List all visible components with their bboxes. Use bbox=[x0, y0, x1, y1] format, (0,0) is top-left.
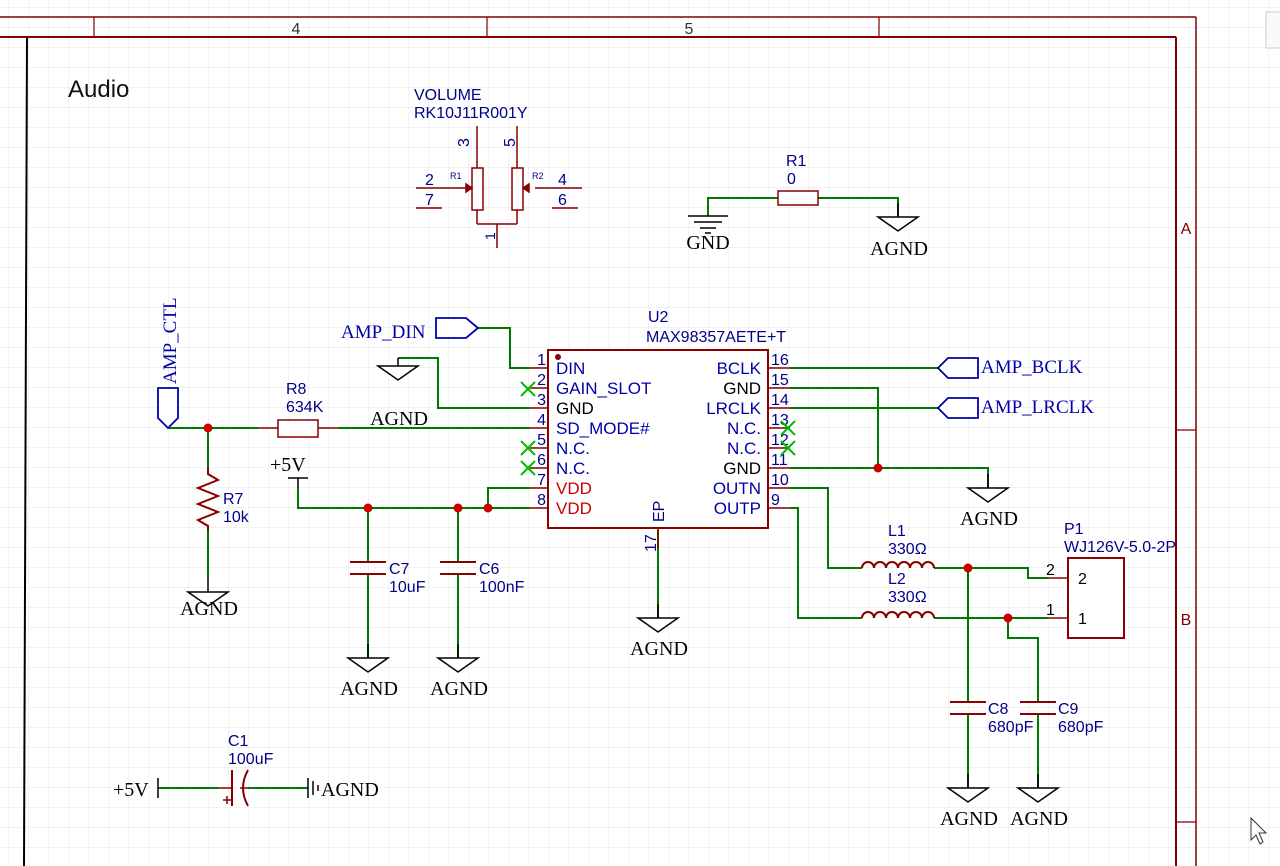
u2-ep-name: EP bbox=[651, 501, 668, 522]
u2-pin-num: 4 bbox=[537, 412, 546, 429]
port-amp-ctl-label: AMP_CTL bbox=[160, 297, 181, 384]
u2-pin-num: 14 bbox=[771, 392, 789, 409]
u2-pin-num: 9 bbox=[771, 492, 780, 509]
u2-pin-name: LRCLK bbox=[706, 399, 761, 418]
u2-pin-name: GND bbox=[556, 399, 594, 418]
u2-pin-name: GND bbox=[723, 459, 761, 478]
agnd-label-c9: AGND bbox=[1010, 808, 1068, 830]
zone-label-4: 4 bbox=[292, 21, 301, 38]
c7-value: 10uF bbox=[389, 579, 426, 596]
volume-name: VOLUME bbox=[414, 87, 482, 104]
agnd-label-c7: AGND bbox=[340, 678, 398, 700]
u2-pin-name: N.C. bbox=[727, 419, 761, 438]
u2-pin-name: VDD bbox=[556, 499, 592, 518]
sheet-title: Audio bbox=[68, 76, 129, 103]
u2-pin-name: SD_MODE# bbox=[556, 419, 650, 438]
u2-pin-name: BCLK bbox=[717, 359, 762, 378]
u2-pin-num: 6 bbox=[537, 452, 546, 469]
volume-pin-1: 1 bbox=[482, 232, 498, 240]
u2-ref: U2 bbox=[648, 309, 669, 326]
v5-label-c1: +5V bbox=[113, 779, 149, 801]
c9-ref: C9 bbox=[1058, 701, 1079, 718]
u2-pin-name: GAIN_SLOT bbox=[556, 379, 651, 398]
agnd-label-c6: AGND bbox=[430, 678, 488, 700]
c9-value: 680pF bbox=[1058, 719, 1104, 736]
volume-pin-6: 6 bbox=[558, 192, 567, 209]
u2-pin-num: 8 bbox=[537, 492, 546, 509]
port-amp-lrclk-label: AMP_LRCLK bbox=[981, 397, 1094, 418]
u2-part: MAX98357AETE+T bbox=[646, 329, 786, 346]
volume-sub-r2: R2 bbox=[532, 171, 544, 181]
volume-pin-4: 4 bbox=[558, 172, 567, 189]
row-label-b: B bbox=[1181, 612, 1192, 629]
agnd-label-c8: AGND bbox=[940, 808, 998, 830]
u2-pin-name: N.C. bbox=[556, 439, 590, 458]
r1-ref: R1 bbox=[786, 153, 807, 170]
agnd-label-ep: AGND bbox=[630, 638, 688, 660]
u2-pin-num: 2 bbox=[537, 372, 546, 389]
c6-value: 100nF bbox=[479, 579, 525, 596]
p1-pin2-num: 2 bbox=[1046, 562, 1055, 579]
u2-ep-num: 17 bbox=[643, 534, 660, 552]
p1-part: WJ126V-5.0-2P bbox=[1064, 539, 1176, 556]
agnd-label-gnd: AGND bbox=[960, 508, 1018, 530]
agnd-label-c1: AGND bbox=[321, 779, 379, 801]
u2-pin-num: 11 bbox=[771, 452, 788, 469]
p1-pin2-name: 2 bbox=[1078, 571, 1087, 588]
r8-value: 634K bbox=[286, 399, 324, 416]
p1-ref: P1 bbox=[1064, 521, 1084, 538]
r7-value: 10k bbox=[223, 509, 250, 526]
u2-pin-name: VDD bbox=[556, 479, 592, 498]
r8-ref: R8 bbox=[286, 381, 307, 398]
u2-pin-name: DIN bbox=[556, 359, 585, 378]
l2-value: 330Ω bbox=[888, 589, 927, 606]
c1-value: 100uF bbox=[228, 751, 274, 768]
u2-pin-name: OUTN bbox=[713, 479, 761, 498]
u2-pin-num: 7 bbox=[537, 472, 546, 489]
gnd-label: GND bbox=[686, 232, 729, 254]
agnd-label-pin3: AGND bbox=[370, 408, 428, 430]
u2-pin-num: 10 bbox=[771, 472, 789, 489]
port-amp-ctl[interactable]: AMP_CTL bbox=[157, 297, 181, 430]
u2-pin-name: N.C. bbox=[727, 439, 761, 458]
p1-pin1-num: 1 bbox=[1046, 602, 1055, 619]
agnd-label: AGND bbox=[870, 238, 928, 260]
volume-sub-r1: R1 bbox=[450, 171, 462, 181]
port-amp-lrclk[interactable]: AMP_LRCLK bbox=[936, 397, 1094, 419]
r1-value: 0 bbox=[787, 171, 796, 188]
port-amp-bclk[interactable]: AMP_BCLK bbox=[936, 357, 1083, 379]
volume-pin-3: 3 bbox=[456, 138, 473, 147]
u2-pin-num: 3 bbox=[537, 392, 546, 409]
port-amp-din-label: AMP_DIN bbox=[341, 322, 426, 343]
u2-pin-name: N.C. bbox=[556, 459, 590, 478]
p1-pin1-name: 1 bbox=[1078, 611, 1087, 628]
l1-value: 330Ω bbox=[888, 541, 927, 558]
port-amp-bclk-label: AMP_BCLK bbox=[981, 357, 1083, 378]
u2-pin-num: 5 bbox=[537, 432, 546, 449]
l1-ref: L1 bbox=[888, 523, 906, 540]
l2-ref: L2 bbox=[888, 571, 906, 588]
r7-ref: R7 bbox=[223, 491, 244, 508]
u2-pin-num: 1 bbox=[537, 352, 546, 369]
p1-body bbox=[1067, 557, 1125, 639]
agnd-label-r7: AGND bbox=[180, 598, 238, 620]
c6-ref: C6 bbox=[479, 561, 500, 578]
volume-pin-5: 5 bbox=[502, 138, 519, 147]
u2-pin-num: 15 bbox=[771, 372, 789, 389]
corner-widget bbox=[1265, 11, 1280, 49]
u2-pin-num: 16 bbox=[771, 352, 789, 369]
c7-ref: C7 bbox=[389, 561, 410, 578]
v5-label: +5V bbox=[270, 454, 306, 476]
u2-pin-name: OUTP bbox=[714, 499, 761, 518]
volume-pin-7: 7 bbox=[425, 192, 434, 209]
u2-pin-name: GND bbox=[723, 379, 761, 398]
c8-ref: C8 bbox=[988, 701, 1009, 718]
c1-ref: C1 bbox=[228, 733, 249, 750]
row-label-a: A bbox=[1181, 221, 1192, 238]
volume-pin-2: 2 bbox=[425, 172, 434, 189]
volume-part: RK10J11R001Y bbox=[414, 105, 528, 122]
c8-value: 680pF bbox=[988, 719, 1034, 736]
zone-label-5: 5 bbox=[685, 21, 694, 38]
